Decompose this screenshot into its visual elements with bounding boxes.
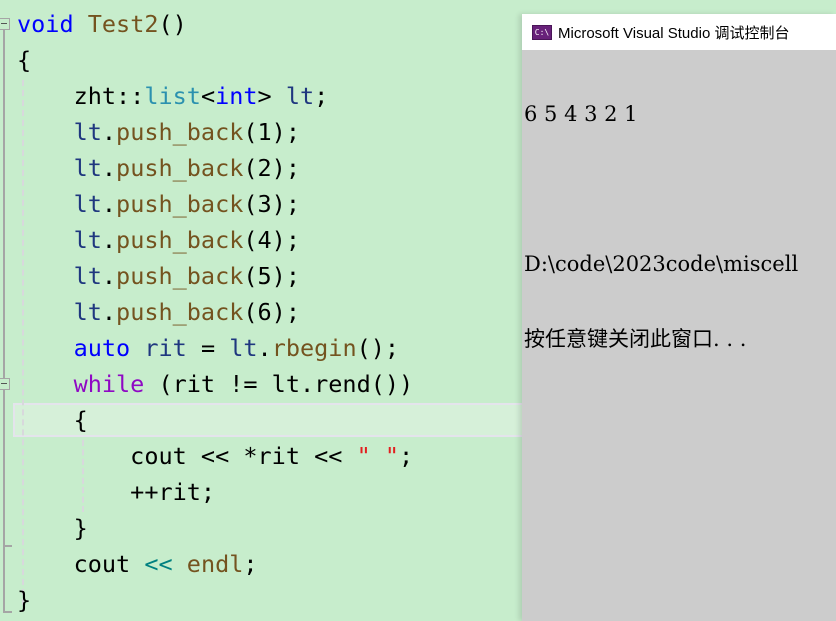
code-line[interactable]: lt.push_back(6); [17, 294, 300, 330]
code-token: (2); [243, 154, 300, 182]
code-token: { [17, 406, 88, 434]
code-line[interactable]: void Test2() [17, 6, 187, 42]
code-token: ; [314, 82, 329, 110]
code-token: (6); [243, 298, 300, 326]
code-line[interactable]: lt.push_back(2); [17, 150, 300, 186]
code-line[interactable]: cout << *rit << " "; [17, 438, 413, 474]
code-token: lt [73, 298, 102, 326]
code-token: (1); [243, 118, 300, 146]
code-token: . [101, 226, 117, 254]
code-line[interactable]: } [17, 510, 88, 546]
console-output-line: 按任意键关闭此窗口. . . [524, 327, 747, 351]
code-token: void [17, 10, 74, 38]
code-token: cout << *rit << [17, 442, 357, 470]
code-token: lt [73, 262, 102, 290]
code-token: (5); [243, 262, 300, 290]
code-line[interactable]: } [17, 582, 31, 618]
code-token: while [73, 370, 145, 398]
fold-range-end [3, 611, 12, 613]
code-line[interactable]: while (rit != lt.rend()) [17, 366, 414, 402]
fold-range-end [3, 545, 12, 547]
code-token: () [158, 10, 187, 38]
code-line[interactable]: lt.push_back(1); [17, 114, 300, 150]
code-line[interactable]: cout << endl; [17, 546, 258, 582]
code-token: " " [356, 442, 400, 470]
code-line[interactable]: zht::list<int> lt; [17, 78, 329, 114]
code-token: push_back [116, 190, 244, 218]
code-token: (3); [243, 190, 300, 218]
debug-console-window[interactable]: C:\ Microsoft Visual Studio 调试控制台 6 5 4 … [522, 14, 836, 621]
console-output-line: 6 5 4 3 2 1 [524, 102, 638, 126]
code-token: Test2 [87, 10, 159, 38]
code-token: > [257, 82, 286, 110]
collapse-while-icon[interactable] [0, 378, 10, 390]
code-token: lt [285, 82, 315, 110]
console-title: Microsoft Visual Studio 调试控制台 [558, 24, 790, 42]
code-token: } [17, 514, 88, 542]
code-token: . [101, 118, 117, 146]
code-token: lt [229, 334, 258, 362]
code-token: rit [144, 334, 187, 362]
code-token: . [101, 190, 117, 218]
code-line[interactable]: lt.push_back(3); [17, 186, 300, 222]
code-token: . [101, 154, 117, 182]
console-output: 6 5 4 3 2 1 D:\code\2023code\miscell 按任意… [522, 50, 836, 402]
code-token: push_back [116, 154, 244, 182]
console-app-icon: C:\ [532, 24, 552, 40]
code-line[interactable]: lt.push_back(4); [17, 222, 300, 258]
code-token: lt [73, 190, 102, 218]
code-token: int [215, 82, 258, 110]
code-line[interactable]: lt.push_back(5); [17, 258, 300, 294]
code-token: push_back [116, 298, 244, 326]
code-line[interactable]: { [17, 42, 31, 78]
code-token: push_back [116, 262, 244, 290]
code-token: list [144, 82, 201, 110]
code-token: ++rit; [17, 478, 216, 506]
code-token: cout [17, 550, 145, 578]
code-line[interactable]: { [17, 402, 88, 438]
console-output-line: D:\code\2023code\miscell [524, 252, 799, 276]
code-token: < [200, 82, 216, 110]
collapse-function-icon[interactable] [0, 18, 10, 30]
code-line[interactable]: ++rit; [17, 474, 215, 510]
code-token: << [144, 550, 173, 578]
code-token: (); [356, 334, 400, 362]
code-token: = [186, 334, 230, 362]
code-token: rbegin [271, 334, 357, 362]
code-token: push_back [116, 118, 244, 146]
code-line[interactable]: auto rit = lt.rbegin(); [17, 330, 399, 366]
code-token: lt [73, 226, 102, 254]
code-token: (rit != lt.rend()) [144, 370, 414, 398]
code-token: lt [73, 118, 102, 146]
current-line-highlight [13, 403, 530, 437]
code-token: push_back [116, 226, 244, 254]
code-token: auto [73, 334, 131, 362]
code-token: lt [73, 154, 102, 182]
code-token: { [17, 46, 32, 74]
fold-range-line [3, 30, 5, 612]
code-token: (4); [243, 226, 300, 254]
code-token: zht:: [17, 82, 145, 110]
code-token: . [101, 262, 117, 290]
code-token: ; [243, 550, 258, 578]
code-editor[interactable]: void Test2(){ zht::list<int> lt; lt.push… [0, 0, 530, 621]
console-titlebar[interactable]: C:\ Microsoft Visual Studio 调试控制台 [522, 14, 836, 50]
code-token: endl [186, 550, 244, 578]
code-token: . [101, 298, 117, 326]
code-token: ; [399, 442, 414, 470]
code-token: } [17, 586, 32, 614]
code-token: . [257, 334, 272, 362]
